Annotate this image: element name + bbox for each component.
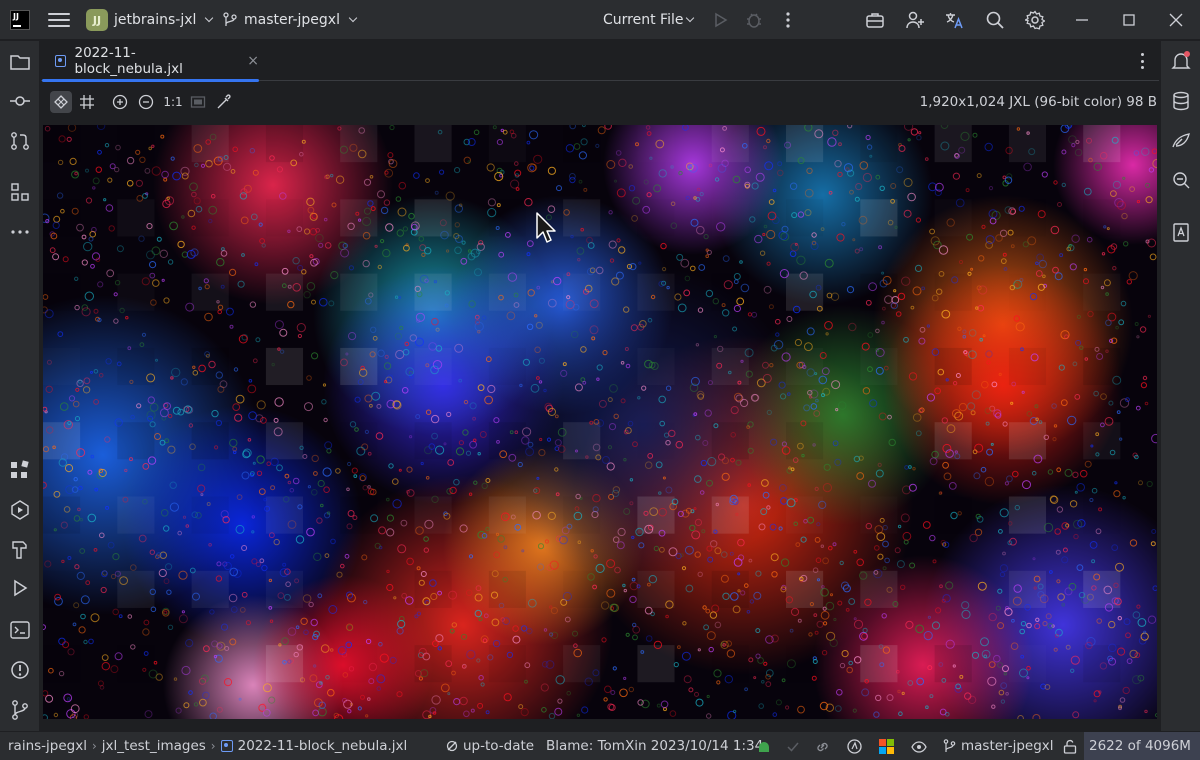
branch-selector[interactable]: master-jpegxl bbox=[222, 8, 358, 32]
zoom-in-icon bbox=[112, 94, 128, 110]
eyedropper-icon bbox=[217, 94, 231, 109]
fit-to-window-icon bbox=[190, 96, 206, 108]
color-picker-button[interactable] bbox=[213, 91, 235, 113]
more-actions-icon[interactable] bbox=[778, 10, 798, 30]
grid-toggle-button[interactable] bbox=[76, 91, 98, 113]
chevron-down-icon bbox=[205, 13, 214, 23]
text-editor-icon[interactable] bbox=[1170, 221, 1192, 243]
code-with-me-icon[interactable] bbox=[1170, 170, 1192, 192]
services-icon[interactable] bbox=[9, 499, 31, 521]
tab-close-icon[interactable]: × bbox=[247, 53, 259, 69]
branch-name: master-jpegxl bbox=[244, 12, 340, 28]
build-icon[interactable] bbox=[9, 538, 31, 560]
breadcrumb: rains-jpegxl › jxl_test_images › 2022-11… bbox=[8, 738, 407, 754]
vcs-status[interactable]: up-to-date bbox=[446, 738, 534, 754]
toolbox-icon[interactable] bbox=[865, 10, 885, 30]
no-changes-icon bbox=[446, 740, 458, 752]
run-configuration-selector[interactable]: Current File bbox=[603, 8, 695, 32]
zoom-out-button[interactable] bbox=[135, 91, 157, 113]
tab-label: 2022-11-block_nebula.jxl bbox=[74, 45, 183, 77]
notifications-icon[interactable] bbox=[1170, 50, 1192, 72]
branch-widget[interactable]: master-jpegxl bbox=[943, 738, 1054, 754]
run-tool-icon[interactable] bbox=[9, 577, 31, 599]
terminal-icon[interactable] bbox=[9, 619, 31, 641]
plugins-icon[interactable] bbox=[9, 459, 31, 481]
run-icon[interactable] bbox=[710, 10, 730, 30]
maximize-icon[interactable] bbox=[1119, 10, 1139, 30]
actual-size-button[interactable]: 1:1 bbox=[161, 91, 185, 113]
chevron-right-icon: › bbox=[210, 739, 216, 753]
tab-actions-icon[interactable] bbox=[1141, 53, 1145, 69]
pull-requests-icon[interactable] bbox=[9, 130, 31, 152]
branch-icon bbox=[223, 12, 237, 26]
windows-logo-icon[interactable] bbox=[879, 739, 894, 754]
fit-zoom-button[interactable] bbox=[187, 91, 209, 113]
project-folder-icon[interactable] bbox=[9, 51, 31, 73]
blame-info[interactable]: Blame: TomXin 2023/10/14 1:34 bbox=[546, 738, 763, 754]
minimize-icon[interactable] bbox=[1072, 10, 1092, 30]
run-configuration-label: Current File bbox=[603, 12, 684, 28]
chevron-down-icon bbox=[348, 13, 358, 23]
image-preview[interactable] bbox=[43, 125, 1157, 719]
ide-logo-icon[interactable]: JJ bbox=[10, 10, 30, 30]
editor-tabs: 2022-11-block_nebula.jxl × bbox=[41, 41, 1159, 82]
project-name: jetbrains-jxl bbox=[114, 12, 197, 28]
project-badge: JJ bbox=[86, 9, 108, 31]
status-bar: rains-jpegxl › jxl_test_images › 2022-11… bbox=[0, 731, 1200, 760]
chessboard-icon bbox=[54, 95, 68, 109]
debug-icon[interactable] bbox=[744, 10, 764, 30]
ai-status-icon[interactable] bbox=[757, 740, 771, 754]
structure-icon[interactable] bbox=[9, 181, 31, 203]
checkmark-icon[interactable] bbox=[786, 740, 800, 754]
search-icon[interactable] bbox=[985, 10, 1005, 30]
chevron-right-icon: › bbox=[91, 739, 97, 753]
chevron-down-icon bbox=[686, 13, 695, 23]
database-icon[interactable] bbox=[1170, 90, 1192, 112]
eye-icon[interactable] bbox=[911, 740, 927, 754]
branch-name: master-jpegxl bbox=[961, 738, 1054, 754]
add-user-icon[interactable] bbox=[905, 10, 925, 30]
translate-icon[interactable] bbox=[944, 10, 964, 30]
chessboard-toggle-button[interactable] bbox=[50, 91, 72, 113]
lock-open-icon[interactable] bbox=[1063, 739, 1077, 754]
title-bar: JJ JJ jetbrains-jxl master-jpegxl Curren… bbox=[0, 0, 1200, 40]
git-icon[interactable] bbox=[9, 699, 31, 721]
left-tool-window-bar bbox=[0, 41, 40, 731]
nebula-image bbox=[43, 125, 1157, 719]
mouse-cursor-icon bbox=[536, 212, 556, 243]
link-icon[interactable] bbox=[815, 740, 830, 754]
grid-icon bbox=[80, 95, 94, 109]
zoom-in-button[interactable] bbox=[109, 91, 131, 113]
vcs-status-label: up-to-date bbox=[463, 738, 535, 754]
problems-icon[interactable] bbox=[9, 659, 31, 681]
image-editor-toolbar: 1:1 1,920x1,024 JXL (96-bit color) 98 B bbox=[41, 82, 1159, 124]
ai-assistant-icon[interactable] bbox=[1170, 130, 1192, 152]
image-file-icon bbox=[220, 740, 233, 752]
close-icon[interactable] bbox=[1166, 10, 1186, 30]
image-info-label: 1,920x1,024 JXL (96-bit color) 98 B bbox=[919, 94, 1157, 110]
gear-icon[interactable] bbox=[1025, 10, 1045, 30]
commit-icon[interactable] bbox=[9, 90, 31, 112]
image-file-icon bbox=[55, 55, 67, 67]
editor-tab[interactable]: 2022-11-block_nebula.jxl × bbox=[41, 41, 259, 82]
breadcrumb-item[interactable]: rains-jpegxl bbox=[8, 738, 87, 754]
main-menu-button[interactable] bbox=[48, 10, 70, 30]
editor-area: 2022-11-block_nebula.jxl × 1:1 1,920x1,0… bbox=[41, 41, 1159, 731]
branch-icon bbox=[943, 739, 956, 752]
breadcrumb-item[interactable]: jxl_test_images bbox=[102, 738, 206, 754]
code-with-me-status-icon[interactable] bbox=[847, 739, 862, 754]
breadcrumb-item[interactable]: 2022-11-block_nebula.jxl bbox=[238, 738, 408, 754]
right-tool-window-bar bbox=[1160, 41, 1200, 731]
project-selector[interactable]: JJ jetbrains-jxl bbox=[86, 8, 214, 32]
more-tool-windows-icon[interactable] bbox=[9, 221, 31, 243]
zoom-out-icon bbox=[138, 94, 154, 110]
memory-indicator[interactable]: 2622 of 4096M bbox=[1084, 732, 1200, 760]
